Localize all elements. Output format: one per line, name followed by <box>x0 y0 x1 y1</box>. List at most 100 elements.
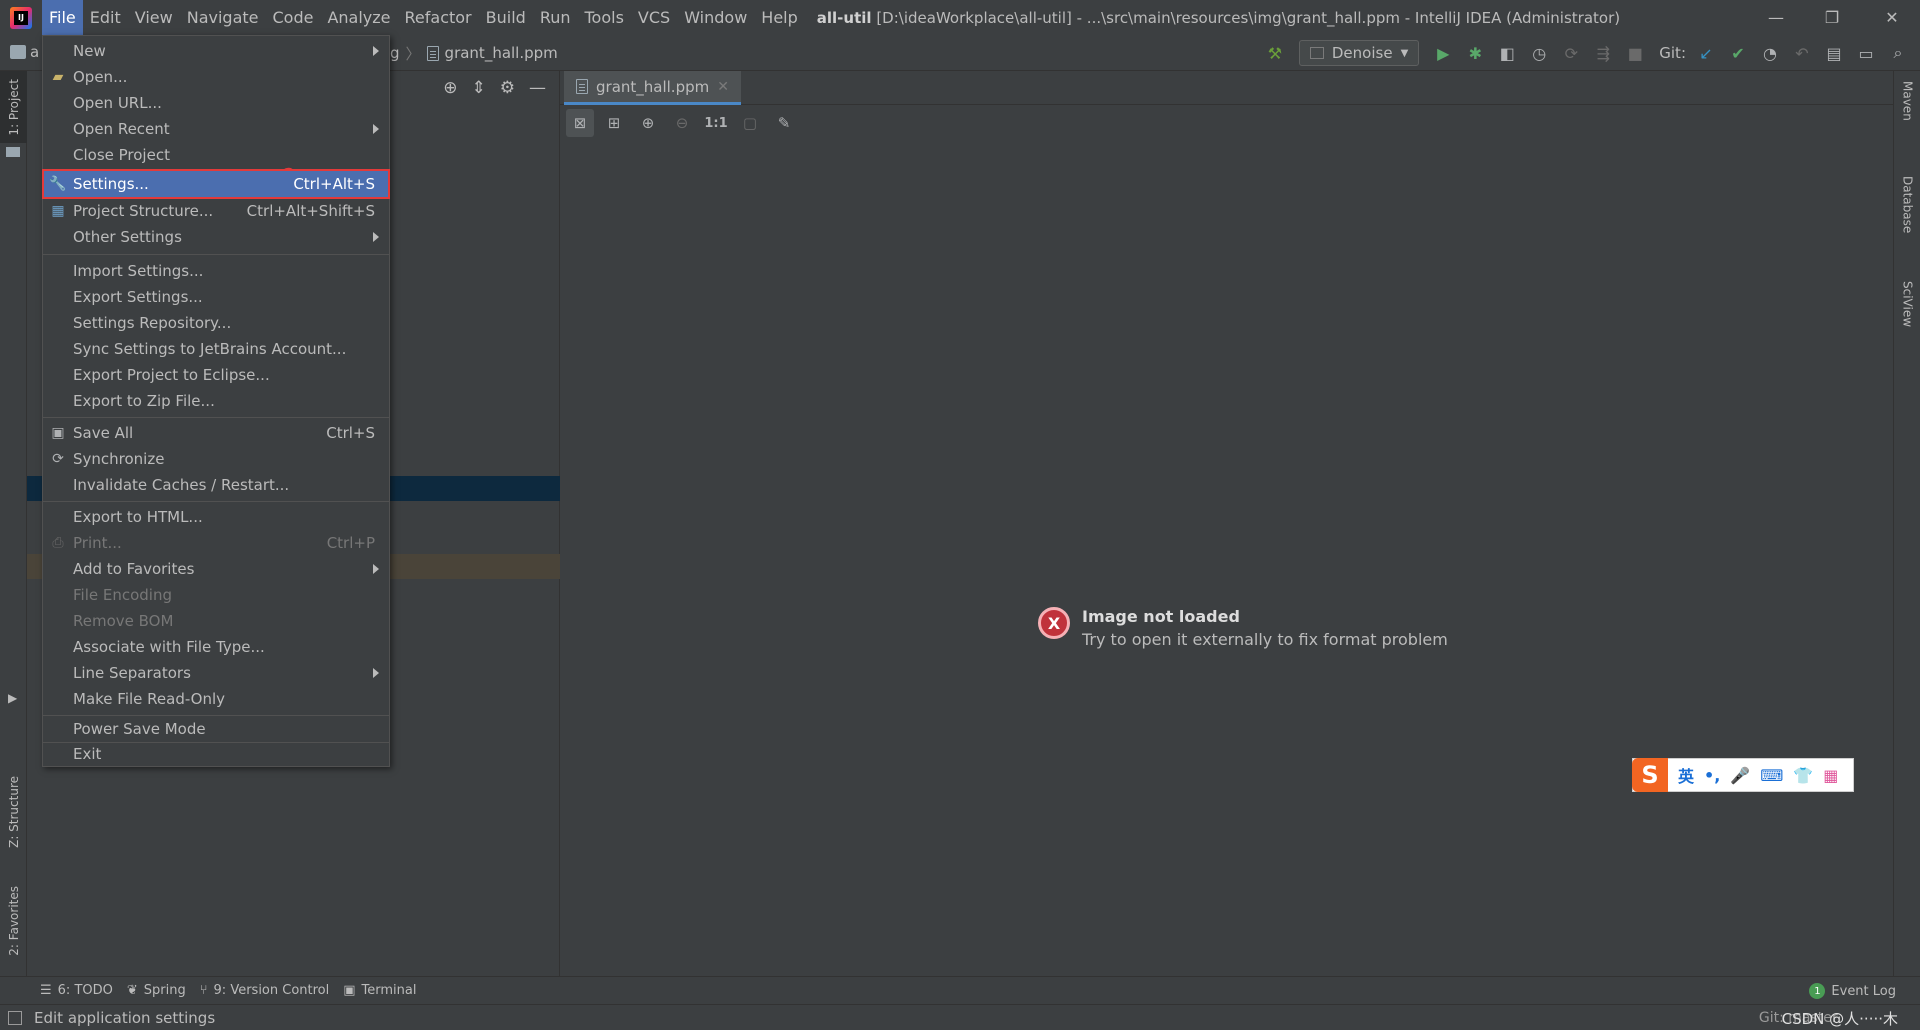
tool-window-toggle-icon[interactable] <box>8 1011 22 1025</box>
todo-tool-tab[interactable]: ☰ 6: TODO <box>40 983 113 998</box>
search-icon[interactable]: ⌕ <box>1884 39 1912 67</box>
chessboard-icon[interactable]: ⊠ <box>566 109 594 137</box>
fit-zoom-icon[interactable]: ▢ <box>736 109 764 137</box>
project-structure-toolbar-icon[interactable]: ▤ <box>1820 39 1848 67</box>
menu-view[interactable]: View <box>128 0 180 35</box>
color-picker-icon[interactable]: ✎ <box>770 109 798 137</box>
minimize-button[interactable]: — <box>1752 0 1800 35</box>
sogou-logo-icon[interactable]: S <box>1632 758 1668 792</box>
menu-code[interactable]: Code <box>266 0 321 35</box>
bottom-tool-bar: ☰ 6: TODO ❦ Spring ⑂ 9: Version Control ▣ Te… <box>0 976 1920 1004</box>
menu-item-open[interactable]: ▰ Open... <box>43 64 389 90</box>
menu-edit[interactable]: Edit <box>83 0 128 35</box>
menu-item-exit[interactable]: Exit <box>43 741 389 767</box>
ime-mic-icon[interactable]: 🎤 <box>1730 766 1750 785</box>
menu-item-print[interactable]: ⎙ Print... Ctrl+P <box>43 530 389 556</box>
menu-item-other-settings[interactable]: Other Settings <box>43 224 389 250</box>
database-tool-tab-label: Database <box>1900 176 1915 234</box>
git-update-icon[interactable]: ↙ <box>1692 39 1720 67</box>
menu-item-line-separators[interactable]: Line Separators <box>43 660 389 686</box>
git-history-icon[interactable]: ◔ <box>1756 39 1784 67</box>
menu-tools[interactable]: Tools <box>578 0 631 35</box>
structure-tool-tab[interactable]: Z: Structure <box>0 757 27 867</box>
ime-apps-icon[interactable]: ▦ <box>1823 766 1838 785</box>
event-log-tool-tab[interactable]: 1 Event Log <box>1809 977 1896 1005</box>
menu-item-synchronize[interactable]: ⟳ Synchronize <box>43 446 389 472</box>
build-hammer-icon[interactable]: ⚒ <box>1261 39 1289 67</box>
menu-item-associate-file-type[interactable]: Associate with File Type... <box>43 634 389 660</box>
menu-item-open-recent[interactable]: Open Recent <box>43 116 389 142</box>
restore-button[interactable]: ❐ <box>1808 0 1856 35</box>
breadcrumb-folder[interactable]: g <box>390 44 400 62</box>
actual-size-button[interactable]: 1:1 <box>702 109 730 137</box>
gear-icon[interactable]: ⚙ <box>500 78 515 98</box>
ime-skin-icon[interactable]: 👕 <box>1793 766 1813 785</box>
zoom-in-icon[interactable]: ⊕ <box>634 109 662 137</box>
zoom-out-icon[interactable]: ⊖ <box>668 109 696 137</box>
debug-bug-icon[interactable]: ✱ <box>1461 39 1489 67</box>
menu-item-label: Import Settings... <box>73 262 204 280</box>
menu-item-import-settings[interactable]: Import Settings... <box>43 258 389 284</box>
run-icon[interactable]: ▶ <box>1429 39 1457 67</box>
menu-item-save-all[interactable]: ▣ Save All Ctrl+S <box>43 420 389 446</box>
menu-analyze[interactable]: Analyze <box>320 0 397 35</box>
menu-item-add-to-favorites[interactable]: Add to Favorites <box>43 556 389 582</box>
git-rollback-icon[interactable]: ↶ <box>1788 39 1816 67</box>
menu-item-export-eclipse[interactable]: Export Project to Eclipse... <box>43 362 389 388</box>
menu-item-label: Open... <box>73 68 128 86</box>
menu-item-settings[interactable]: 🔧 Settings... Ctrl+Alt+S <box>42 169 390 199</box>
menu-item-close-project[interactable]: Close Project <box>43 142 389 168</box>
hide-panel-icon[interactable]: — <box>529 78 546 98</box>
menu-help[interactable]: Help <box>754 0 804 35</box>
attach-debugger-icon[interactable]: ⟳ <box>1557 39 1585 67</box>
menu-item-export-html[interactable]: Export to HTML... <box>43 504 389 530</box>
close-window-button[interactable]: ✕ <box>1868 0 1916 35</box>
run-configuration-select[interactable]: Denoise ▼ <box>1298 40 1420 66</box>
maven-tool-tab[interactable]: Maven <box>1894 81 1920 161</box>
menu-item-export-settings[interactable]: Export Settings... <box>43 284 389 310</box>
menu-item-invalidate-caches[interactable]: Invalidate Caches / Restart... <box>43 472 389 498</box>
coverage-icon[interactable]: ◧ <box>1493 39 1521 67</box>
close-tab-icon[interactable]: ✕ <box>717 79 729 95</box>
menu-item-open-url[interactable]: Open URL... <box>43 90 389 116</box>
editor-tab-grant-hall[interactable]: grant_hall.ppm ✕ <box>564 71 741 105</box>
menu-item-settings-repository[interactable]: Settings Repository... <box>43 310 389 336</box>
terminal-tool-tab[interactable]: ▣ Terminal <box>343 983 416 998</box>
menu-item-new[interactable]: New <box>43 38 389 64</box>
menu-file[interactable]: File <box>42 0 83 35</box>
locate-crosshair-icon[interactable]: ⊕ <box>443 78 457 98</box>
collapse-all-icon[interactable]: ⇕ <box>472 78 486 98</box>
ime-mode-toggle[interactable]: 英 <box>1678 763 1694 787</box>
git-commit-check-icon[interactable]: ✔ <box>1724 39 1752 67</box>
ime-keyboard-icon[interactable]: ⌨ <box>1760 766 1783 785</box>
menu-item-project-structure[interactable]: ▦ Project Structure... Ctrl+Alt+Shift+S <box>43 198 389 224</box>
menu-navigate[interactable]: Navigate <box>180 0 266 35</box>
presentation-icon[interactable]: ▭ <box>1852 39 1880 67</box>
sciview-tool-tab[interactable]: SciView <box>1894 281 1920 381</box>
project-tool-tab[interactable]: 1: Project <box>0 71 27 143</box>
stop-icon[interactable]: ■ <box>1621 39 1649 67</box>
grid-icon[interactable]: ⊞ <box>600 109 628 137</box>
menu-item-sync-settings[interactable]: Sync Settings to JetBrains Account... <box>43 336 389 362</box>
sync-icon: ⟳ <box>52 451 64 467</box>
submenu-arrow-icon <box>373 232 379 242</box>
menu-vcs[interactable]: VCS <box>631 0 677 35</box>
spring-tool-tab[interactable]: ❦ Spring <box>127 983 186 998</box>
ime-punctuation-icon[interactable]: •, <box>1704 766 1720 785</box>
database-tool-tab[interactable]: Database <box>1894 176 1920 276</box>
menu-build[interactable]: Build <box>479 0 533 35</box>
menu-refactor[interactable]: Refactor <box>398 0 479 35</box>
favorites-tool-tab[interactable]: 2: Favorites <box>0 871 27 971</box>
menu-item-file-encoding[interactable]: File Encoding <box>43 582 389 608</box>
menu-item-make-read-only[interactable]: Make File Read-Only <box>43 686 389 712</box>
breadcrumb-file[interactable]: grant_hall.ppm <box>445 44 558 62</box>
menu-run[interactable]: Run <box>533 0 578 35</box>
menu-window[interactable]: Window <box>677 0 754 35</box>
version-control-tool-tab[interactable]: ⑂ 9: Version Control <box>200 983 330 998</box>
expand-triangle-icon[interactable]: ▶ <box>8 691 17 705</box>
profile-icon[interactable]: ◷ <box>1525 39 1553 67</box>
menu-item-power-save-mode[interactable]: Power Save Mode <box>43 716 389 742</box>
step-icon[interactable]: ⇶ <box>1589 39 1617 67</box>
menu-item-remove-bom[interactable]: Remove BOM <box>43 608 389 634</box>
menu-item-export-zip[interactable]: Export to Zip File... <box>43 388 389 414</box>
